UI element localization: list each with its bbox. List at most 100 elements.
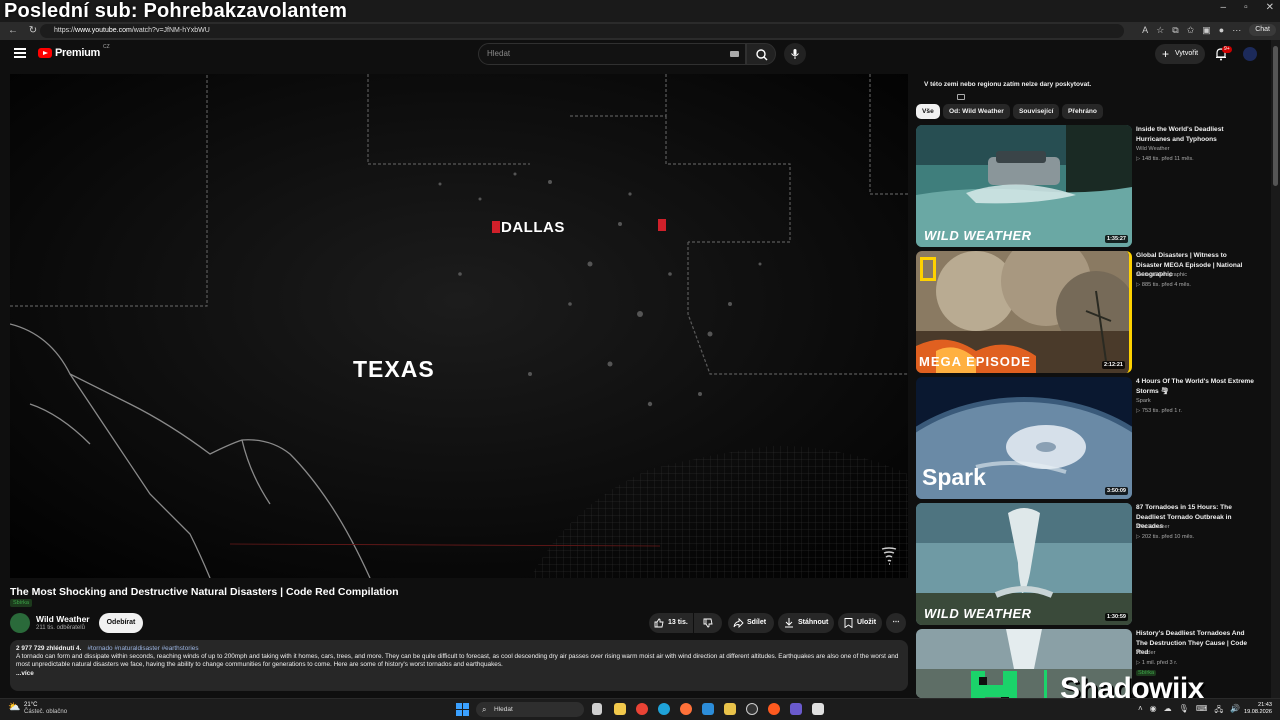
show-more-link[interactable]: ...více bbox=[16, 670, 902, 678]
task-view-icon[interactable] bbox=[592, 703, 602, 715]
network-icon[interactable]: 🖧 bbox=[1214, 704, 1223, 718]
video-title[interactable]: Inside the World's Deadliest Hurricanes … bbox=[1136, 125, 1254, 144]
microphone-icon[interactable]: 🎙 bbox=[1179, 704, 1189, 718]
read-aloud-icon[interactable]: A bbox=[1142, 25, 1148, 35]
search-icon bbox=[756, 49, 768, 61]
language-icon[interactable]: ⌨ bbox=[1196, 704, 1208, 718]
discord-icon[interactable] bbox=[790, 703, 802, 715]
video-duration: 1:35:27 bbox=[1105, 235, 1128, 243]
channel-name[interactable]: Wild Weather bbox=[36, 614, 90, 624]
thumbnail-brand-text: WILD WEATHER bbox=[924, 606, 1032, 621]
favorites-icon[interactable]: ✩ bbox=[1187, 25, 1195, 36]
video-meta: ▷ 148 tis. před 11 měs. bbox=[1136, 156, 1194, 162]
national-geographic-logo-icon bbox=[920, 257, 936, 281]
search-button[interactable] bbox=[746, 43, 776, 65]
like-button[interactable]: 13 tis. bbox=[649, 613, 693, 633]
windows-start-icon[interactable] bbox=[456, 703, 469, 716]
chip-all[interactable]: Vše bbox=[916, 104, 940, 119]
url-field[interactable]: https://www.youtube.com/watch?v=JfNM-hYx… bbox=[40, 24, 1124, 38]
reload-icon[interactable]: ↻ bbox=[26, 24, 40, 38]
weather-temp: 21°C bbox=[24, 702, 38, 708]
channel-avatar[interactable] bbox=[10, 613, 30, 633]
save-label: Uložit bbox=[857, 619, 877, 626]
maximize-icon[interactable]: ▫ bbox=[1244, 2, 1248, 13]
video-title[interactable]: 4 Hours Of The World's Most Extreme Stor… bbox=[1136, 377, 1254, 396]
create-label: Vytvořit bbox=[1175, 50, 1199, 57]
page-scrollbar[interactable] bbox=[1271, 40, 1280, 698]
recommended-video[interactable]: WILD WEATHER 1:35:27 Inside the World's … bbox=[916, 125, 1266, 247]
chip-related[interactable]: Související bbox=[1013, 104, 1060, 119]
firefox-icon[interactable] bbox=[680, 703, 692, 715]
chip-watched[interactable]: Přehráno bbox=[1062, 104, 1103, 119]
firefox-dev-icon[interactable] bbox=[768, 703, 780, 715]
video-thumbnail[interactable]: MEGA EPISODE 2:12:21 bbox=[916, 251, 1132, 373]
taskbar-search-input[interactable]: ⌕ Hledat bbox=[476, 702, 584, 717]
donation-notice: V této zemi nebo regionu zatím nelze dar… bbox=[924, 81, 1092, 88]
collection-badge[interactable]: Sbírka bbox=[10, 599, 32, 607]
download-button[interactable]: Stáhnout bbox=[778, 613, 834, 633]
more-menu-icon[interactable]: ⋯ bbox=[1232, 25, 1241, 36]
channel-name[interactable]: National Geographic bbox=[1136, 272, 1187, 278]
favorite-icon[interactable]: ☆ bbox=[1156, 25, 1164, 36]
keyboard-icon[interactable] bbox=[730, 51, 739, 57]
edge-icon[interactable] bbox=[658, 703, 670, 715]
file-explorer-icon[interactable] bbox=[614, 703, 626, 715]
scrollbar-thumb[interactable] bbox=[1273, 46, 1278, 186]
channel-name[interactable]: Spark bbox=[1136, 398, 1151, 404]
folder-icon[interactable] bbox=[724, 703, 736, 715]
bookmark-icon bbox=[844, 618, 853, 628]
share-button[interactable]: Sdílet bbox=[728, 613, 774, 633]
save-button[interactable]: Uložit bbox=[838, 613, 882, 633]
hamburger-menu-icon[interactable] bbox=[14, 48, 26, 58]
video-thumbnail[interactable]: WILD WEATHER 1:35:27 bbox=[916, 125, 1132, 247]
obs-icon[interactable] bbox=[746, 703, 758, 715]
tray-app-icon[interactable]: ◉ bbox=[1150, 704, 1157, 718]
voice-search-button[interactable] bbox=[784, 43, 806, 65]
dislike-button[interactable] bbox=[694, 613, 722, 633]
description-box[interactable]: 2 977 729 zhlédnutí 4. #tornado #naturald… bbox=[10, 640, 908, 691]
minimize-icon[interactable]: – bbox=[1221, 2, 1227, 13]
thumbnail-brand-text: MEGA EPISODE bbox=[919, 354, 1031, 369]
video-thumbnail[interactable]: WILD WEATHER 1:30:59 bbox=[916, 503, 1132, 625]
app-icon[interactable] bbox=[812, 703, 824, 715]
youtube-premium-logo[interactable]: Premium CZ bbox=[38, 44, 110, 59]
recommended-video[interactable]: MEGA EPISODE 2:12:21 Global Disasters | … bbox=[916, 251, 1266, 373]
account-avatar[interactable] bbox=[1243, 47, 1257, 61]
recommended-video[interactable]: Spark 3:50:09 4 Hours Of The World's Mos… bbox=[916, 377, 1266, 499]
profile-icon[interactable]: ● bbox=[1219, 25, 1224, 35]
channel-name[interactable]: Wild Weather bbox=[1136, 146, 1169, 152]
weather-widget[interactable]: ⛅ 21°C Částeč. oblačno bbox=[8, 702, 67, 716]
recommended-video[interactable]: WILD WEATHER 1:30:59 87 Tornadoes in 15 … bbox=[916, 503, 1266, 625]
video-meta: ▷ 1 mil. před 3 r. bbox=[1136, 660, 1178, 666]
video-meta: ▷ 885 tis. před 4 měs. bbox=[1136, 282, 1191, 288]
search-icon: ⌕ bbox=[482, 705, 487, 714]
back-icon[interactable]: ← bbox=[6, 24, 20, 38]
tray-chevron-icon[interactable]: ˄ bbox=[1138, 704, 1143, 718]
mail-icon[interactable] bbox=[702, 703, 714, 715]
copilot-chat-button[interactable]: Chat bbox=[1249, 24, 1276, 36]
video-player[interactable]: DALLAS TEXAS bbox=[10, 74, 908, 578]
system-clock[interactable]: 21:43 19.08.2026 bbox=[1236, 702, 1272, 716]
video-meta: ▷ 202 tis. před 10 měs. bbox=[1136, 534, 1195, 540]
video-duration: 3:50:09 bbox=[1105, 487, 1128, 495]
url-host: www.youtube.com bbox=[75, 27, 132, 34]
hashtags[interactable]: #tornado #naturaldisaster #earthstories bbox=[87, 645, 198, 652]
chip-from-channel[interactable]: Od: Wild Weather bbox=[943, 104, 1010, 119]
search-input[interactable]: Hledat bbox=[478, 43, 746, 65]
tray-cloud-icon[interactable]: ☁ bbox=[1164, 704, 1172, 718]
create-button[interactable]: + Vytvořit bbox=[1155, 44, 1205, 64]
channel-name[interactable]: Wonder bbox=[1136, 650, 1156, 656]
close-icon[interactable]: ✕ bbox=[1266, 2, 1274, 13]
channel-name[interactable]: Wild Weather bbox=[1136, 524, 1169, 530]
url-path: /watch?v=JfNM-hYxbWU bbox=[131, 27, 210, 34]
extensions-icon[interactable]: ⧉ bbox=[1172, 25, 1178, 36]
stream-overlay-title: Poslední sub: Pohrebakzavolantem bbox=[4, 0, 348, 22]
subscribe-button[interactable]: Odebírat bbox=[99, 613, 143, 633]
notification-count-badge: 9+ bbox=[1222, 46, 1232, 53]
chrome-icon[interactable] bbox=[636, 703, 648, 715]
share-label: Sdílet bbox=[747, 619, 767, 626]
thumbnail-brand-text: WILD WEATHER bbox=[924, 228, 1032, 243]
collections-icon[interactable]: ▣ bbox=[1202, 25, 1211, 36]
more-actions-icon[interactable]: ⋯ bbox=[886, 613, 906, 633]
video-thumbnail[interactable]: Spark 3:50:09 bbox=[916, 377, 1132, 499]
